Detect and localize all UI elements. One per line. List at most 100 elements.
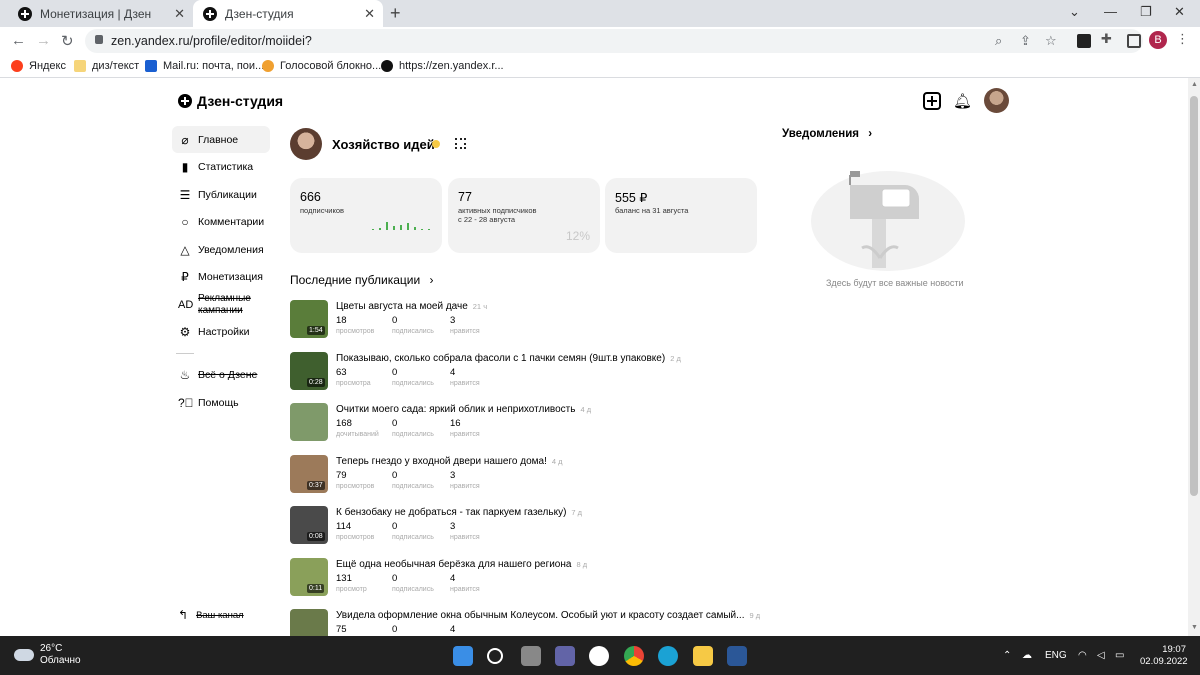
sidebar-item-monetization[interactable]: ₽ Монетизация (172, 263, 270, 290)
back-icon[interactable]: ← (11, 32, 26, 49)
chevron-up-icon[interactable]: ⌃ (1003, 650, 1011, 661)
publication-title[interactable]: Цветы августа на моей даче 21 ч (336, 301, 487, 312)
task-view-icon[interactable] (521, 646, 541, 666)
bookmark-zen[interactable]: https://zen.yandex.r... (381, 60, 504, 72)
sidebar-item-settings[interactable]: ⚙ Настройки (172, 318, 270, 345)
lock-icon[interactable] (95, 35, 103, 44)
sidebar-item-about[interactable]: ♨ Всё о Дзене (172, 361, 270, 388)
publication-row[interactable]: 0:37 Теперь гнездо у входной двери нашего… (290, 454, 730, 495)
teams-icon[interactable] (555, 646, 575, 666)
publication-thumbnail[interactable] (290, 609, 328, 636)
battery-icon[interactable]: ▭ (1115, 650, 1124, 661)
publication-age: 21 ч (472, 302, 488, 311)
profile-avatar[interactable]: B (1149, 31, 1167, 49)
new-tab-icon[interactable]: + (390, 3, 401, 24)
start-icon[interactable] (453, 646, 473, 666)
publication-row[interactable]: 0:28 Показываю, сколько собрала фасоли с … (290, 351, 730, 392)
publication-thumbnail[interactable]: 0:11 (290, 557, 328, 596)
bell-icon[interactable]: 🔔︎ (953, 92, 972, 110)
chrome-icon[interactable] (624, 646, 644, 666)
bookmark-folder[interactable]: диз/текст (74, 60, 139, 72)
volume-icon[interactable]: ◁ (1097, 650, 1105, 661)
sidebar-item-stats[interactable]: ▮ Статистика (172, 153, 270, 180)
sidebar-item-help[interactable]: ?⃝ Помощь (172, 389, 270, 416)
channel-name[interactable]: Хозяйство идей (332, 137, 435, 152)
edge-icon[interactable] (658, 646, 678, 666)
bookmark-mailru[interactable]: Mail.ru: почта, пои... (145, 60, 264, 72)
user-avatar[interactable] (984, 88, 1009, 113)
publication-title[interactable]: К бензобаку не добраться - так паркуем г… (336, 507, 582, 518)
wifi-icon[interactable]: ◠ (1078, 650, 1087, 661)
bookmark-yandex[interactable]: Яндекс (11, 60, 66, 72)
url-text[interactable]: zen.yandex.ru/profile/editor/moiidei? (111, 34, 312, 48)
publication-title[interactable]: Увидела оформление окна обычным Колеусом… (336, 610, 760, 621)
scroll-down-icon[interactable]: ▼ (1191, 624, 1198, 631)
puzzle-icon[interactable]: ✚ (1101, 31, 1115, 46)
scrollbar-thumb[interactable] (1190, 96, 1198, 496)
tab-monetization[interactable]: Монетизация | Дзен ✕ (8, 0, 193, 27)
address-bar[interactable]: zen.yandex.ru/profile/editor/moiidei? ⌕ … (85, 29, 1143, 53)
publication-thumbnail[interactable]: 0:28 (290, 351, 328, 390)
publication-thumbnail[interactable]: 0:37 (290, 454, 328, 493)
latest-publications-link[interactable]: Последние публикации › (290, 273, 434, 287)
publication-title[interactable]: Ещё одна необычная берёзка для нашего ре… (336, 559, 587, 570)
minimize-icon[interactable]: — (1104, 4, 1117, 19)
publication-thumbnail[interactable]: 1:54 (290, 300, 328, 338)
your-channel-link[interactable]: ↰ Ваш канал (178, 608, 244, 622)
bookmark-voice[interactable]: Голосовой блокно... (262, 60, 381, 72)
close-tab-icon[interactable]: ✕ (364, 6, 375, 22)
publication-title[interactable]: Теперь гнездо у входной двери нашего дом… (336, 456, 563, 467)
zoom-icon[interactable]: ⌕ (995, 33, 1002, 49)
sidepanel-icon[interactable] (1127, 34, 1141, 48)
publication-row[interactable]: 1:54 Цветы августа на моей даче 21 ч 18 прос… (290, 300, 730, 340)
sidebar-item-label: Помощь (198, 396, 239, 409)
sidebar-item-label: Настройки (198, 325, 250, 338)
reload-icon[interactable]: ↻ (61, 32, 74, 50)
forward-icon[interactable]: → (36, 32, 51, 49)
yandex-browser-icon[interactable] (589, 646, 609, 666)
sidebar-item-ads[interactable]: AD Рекламные кампании (172, 291, 270, 318)
subscribers-card[interactable]: 666 подписчиков (290, 178, 442, 253)
qr-code-icon[interactable] (455, 138, 466, 149)
maximize-icon[interactable]: ❐ (1140, 4, 1152, 20)
publication-title[interactable]: Показываю, сколько собрала фасоли с 1 па… (336, 353, 681, 364)
gear-icon: ⚙ (179, 324, 191, 339)
explorer-icon[interactable] (693, 646, 713, 666)
close-tab-icon[interactable]: ✕ (174, 6, 185, 22)
weather-widget[interactable]: 26°C Облачно (14, 643, 81, 667)
publication-thumbnail[interactable] (290, 403, 328, 441)
notifications-link[interactable]: Уведомления › (782, 128, 872, 140)
word-icon[interactable] (727, 646, 747, 666)
chevron-down-icon[interactable]: ⌄ (1069, 4, 1080, 20)
search-icon[interactable] (487, 648, 503, 664)
share-icon[interactable]: ⇪ (1020, 33, 1031, 49)
channel-avatar[interactable] (290, 128, 322, 160)
sidebar-item-publications[interactable]: ☰ Публикации (172, 181, 270, 208)
tab-zen-studio[interactable]: Дзен-студия ✕ (193, 0, 383, 27)
scroll-up-icon[interactable]: ▲ (1191, 81, 1198, 88)
publication-row[interactable]: Увидела оформление окна обычным Колеусом… (290, 609, 760, 636)
sidebar-item-comments[interactable]: ○ Комментарии (172, 208, 270, 235)
page-scrollbar[interactable]: ▲ ▼ (1188, 78, 1200, 636)
publication-title[interactable]: Очитки моего сада: яркий облик и неприхо… (336, 404, 591, 415)
publication-row[interactable]: Очитки моего сада: яркий облик и неприхо… (290, 403, 730, 443)
language-indicator[interactable]: ENG (1045, 650, 1067, 661)
extension-icon[interactable] (1077, 34, 1091, 48)
studio-logo[interactable]: Дзен-студия (178, 93, 283, 109)
star-icon[interactable]: ☆ (1045, 33, 1057, 49)
sidebar-item-home[interactable]: ⌀ Главное (172, 126, 270, 153)
publication-thumbnail[interactable]: 0:08 (290, 506, 328, 544)
active-subscribers-card[interactable]: 77 активных подписчиков с 22 - 28 август… (448, 178, 600, 253)
cloud-icon (14, 649, 34, 661)
sidebar-item-notifications[interactable]: △ Уведомления (172, 236, 270, 263)
balance-card[interactable]: 555 ₽ баланс на 31 августа (605, 178, 757, 253)
bookmarks-bar: Яндекс диз/текст Mail.ru: почта, пои... … (0, 55, 1200, 78)
menu-dots-icon[interactable]: ⋮ (1176, 31, 1190, 46)
close-window-icon[interactable]: ✕ (1174, 4, 1185, 20)
cloud-tray-icon[interactable]: ☁ (1022, 650, 1032, 661)
publication-row[interactable]: 0:08 К бензобаку не добраться - так парку… (290, 506, 730, 546)
publication-row[interactable]: 0:11 Ещё одна необычная берёзка для нашег… (290, 557, 730, 598)
create-icon[interactable] (923, 92, 941, 110)
publication-stat: 0 подписались (392, 367, 434, 387)
clock[interactable]: 19:07 02.09.2022 (1140, 644, 1188, 668)
